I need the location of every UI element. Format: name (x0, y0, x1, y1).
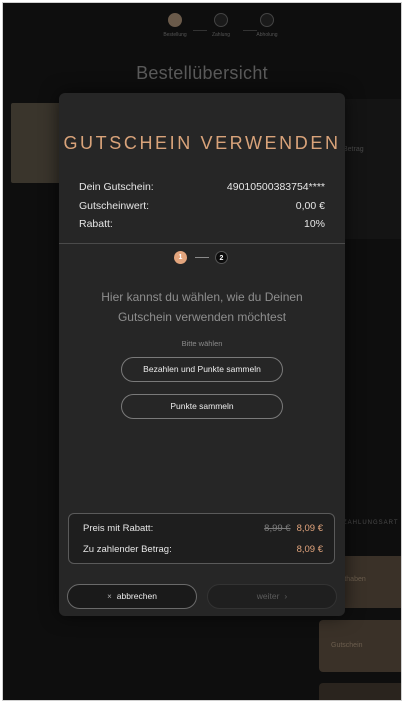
choose-label: Bitte wählen (181, 339, 223, 348)
divider (59, 243, 345, 244)
chevron-right-icon: › (284, 591, 288, 601)
voucher-value-row: Gutscheinwert: 0,00 € (79, 200, 325, 216)
step-connector (195, 257, 209, 258)
checkout-step-1[interactable]: Bestellung (155, 13, 195, 38)
voucher-modal: GUTSCHEIN VERWENDEN Dein Gutschein: 4901… (59, 93, 345, 616)
checkout-step-2[interactable]: Zahlung (201, 13, 241, 38)
cancel-button[interactable]: × abbrechen (67, 584, 197, 609)
price-summary: Preis mit Rabatt: 8,99 € 8,09 € Zu zahlen… (68, 513, 335, 564)
next-button[interactable]: weiter › (207, 584, 337, 609)
close-icon: × (107, 592, 112, 601)
next-label: weiter (256, 591, 280, 601)
pay-and-collect-button[interactable]: Bezahlen und Punkte sammeln (121, 357, 283, 382)
page-title: Bestellübersicht (136, 63, 268, 83)
instruction-text: Hier kannst du wählen, wie du Deinen Gut… (101, 290, 303, 324)
voucher-row: Dein Gutschein: 49010500383754**** (79, 181, 325, 197)
total-row: Zu zahlender Betrag: 8,09 € (83, 544, 323, 558)
discount-price-label: Preis mit Rabatt: (83, 523, 154, 534)
voucher-value-label: Gutscheinwert: (79, 200, 150, 212)
checkout-step-3[interactable]: Abholung (247, 13, 287, 38)
app-screen: Bestellung Zahlung Abholung Bestellübers… (2, 2, 402, 701)
discount-label: Rabatt: (79, 218, 113, 230)
collect-points-button[interactable]: Punkte sammeln (121, 394, 283, 419)
voucher-label: Dein Gutschein: (79, 181, 154, 193)
voucher-value: 0,00 € (295, 200, 325, 212)
amount-label: Betrag (343, 146, 364, 153)
old-price: 8,99 € (264, 523, 291, 534)
step-2-indicator: 2 (215, 251, 228, 264)
discount-price-value: 8,99 € 8,09 € (264, 523, 323, 534)
voucher-code: 49010500383754**** (226, 181, 325, 193)
cancel-label: abbrechen (116, 591, 157, 601)
payment-heading: ZAHLUNGSART (343, 520, 399, 526)
discount-value: 10% (303, 218, 325, 230)
step-1-indicator: 1 (174, 251, 187, 264)
checkout-steps: Bestellung Zahlung Abholung (3, 13, 401, 53)
discount-price-row: Preis mit Rabatt: 8,99 € 8,09 € (83, 523, 323, 537)
total-label: Zu zahlender Betrag: (83, 544, 172, 555)
payment-card-other[interactable] (319, 683, 401, 700)
discount-row: Rabatt: 10% (79, 218, 325, 234)
payment-card-voucher[interactable]: Gutschein (319, 620, 401, 672)
total-value: 8,09 € (296, 544, 323, 555)
modal-title: GUTSCHEIN VERWENDEN (63, 133, 341, 153)
modal-stepper: 1 2 (59, 251, 345, 265)
new-price: 8,09 € (296, 523, 323, 534)
